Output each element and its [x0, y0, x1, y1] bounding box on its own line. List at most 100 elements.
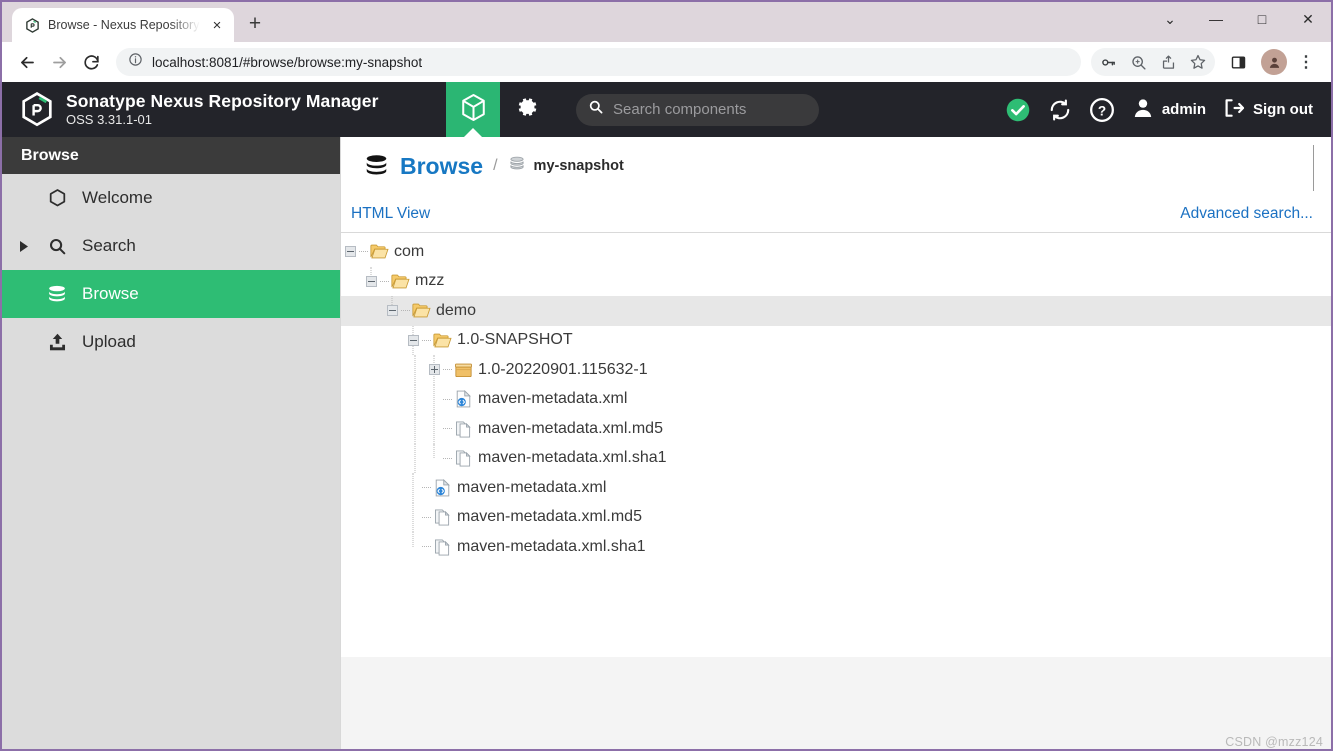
tree-row[interactable]: maven-metadata.xml.sha1: [341, 443, 1331, 474]
minimize-button[interactable]: —: [1193, 2, 1239, 36]
tree-row[interactable]: maven-metadata.xml: [341, 473, 1331, 503]
tree-row[interactable]: maven-metadata.xml: [341, 384, 1331, 415]
nexus-body: Browse Welcome Search Browse Upload Brow…: [2, 137, 1331, 749]
maximize-button[interactable]: □: [1239, 2, 1285, 36]
sidebar-item-browse[interactable]: Browse: [2, 270, 340, 318]
tree-guide-line: [433, 384, 435, 414]
sidebar-item-label: Search: [82, 236, 136, 255]
zoom-icon[interactable]: [1123, 47, 1153, 77]
tree-row[interactable]: maven-metadata.xml.md5: [341, 414, 1331, 444]
tree-row[interactable]: maven-metadata.xml.md5: [341, 502, 1331, 533]
file-copy-icon: [452, 448, 474, 468]
repository-icon: [508, 155, 526, 177]
new-tab-button[interactable]: +: [240, 9, 270, 39]
collapse-node-icon[interactable]: [407, 334, 419, 346]
tree-connector: [422, 532, 431, 562]
tree-toggle-plus[interactable]: [425, 355, 443, 385]
tree-guide-line: [414, 443, 415, 473]
tree-node-connector: [425, 414, 443, 444]
side-panel-icon[interactable]: [1223, 47, 1253, 77]
user-menu[interactable]: admin: [1131, 96, 1206, 124]
tree-row[interactable]: demo: [341, 296, 1331, 326]
sign-out-button[interactable]: Sign out: [1222, 96, 1313, 124]
search-components-input[interactable]: Search components: [576, 93, 819, 126]
reload-button[interactable]: [76, 47, 106, 77]
sidebar-item-upload[interactable]: Upload: [2, 318, 340, 366]
tree-node-connector: [425, 384, 443, 414]
check-circle-icon[interactable]: [1005, 97, 1031, 123]
tree-guide-line: [414, 414, 415, 444]
folder-open-icon: [410, 301, 432, 321]
tree-connector: [422, 326, 431, 356]
tree-connector: [443, 414, 452, 444]
tree-connector: [443, 444, 452, 474]
tree-toggle-minus[interactable]: [404, 325, 422, 355]
tree-row[interactable]: 1.0-SNAPSHOT: [341, 325, 1331, 356]
nexus-header: Sonatype Nexus Repository Manager OSS 3.…: [2, 82, 1331, 137]
address-bar-url: localhost:8081/#browse/browse:my-snapsho…: [152, 54, 423, 70]
search-placeholder: Search components: [613, 101, 747, 118]
tree-item-label: maven-metadata.xml: [457, 478, 607, 496]
profile-avatar[interactable]: [1261, 49, 1287, 75]
collapse-node-icon[interactable]: [386, 305, 398, 317]
password-key-icon[interactable]: [1093, 47, 1123, 77]
browser-menu-icon[interactable]: ⋮: [1291, 47, 1321, 77]
breadcrumb-divider: [1313, 145, 1314, 191]
tab-search-button[interactable]: ⌄: [1147, 2, 1193, 36]
collapse-node-icon[interactable]: [344, 246, 356, 258]
nexus-title: Sonatype Nexus Repository Manager: [66, 91, 379, 111]
tree-connector: [443, 385, 452, 415]
site-info-icon[interactable]: [128, 52, 143, 72]
tree-item-label: maven-metadata.xml.md5: [478, 419, 663, 437]
sidebar-item-search[interactable]: Search: [2, 222, 340, 270]
help-circle-icon[interactable]: ?: [1089, 97, 1115, 123]
browser-tab[interactable]: Browse - Nexus Repository Ma ×: [12, 8, 234, 42]
expand-node-icon[interactable]: [428, 364, 440, 376]
close-tab-icon[interactable]: ×: [208, 16, 226, 34]
forward-button[interactable]: [44, 47, 74, 77]
watermark: CSDN @mzz124: [1225, 735, 1323, 749]
breadcrumb-leaf-label: my-snapshot: [533, 158, 624, 174]
tree-row[interactable]: mzz: [341, 266, 1331, 297]
share-icon[interactable]: [1153, 47, 1183, 77]
database-icon: [45, 284, 69, 305]
chevron-right-icon[interactable]: [20, 240, 32, 252]
nexus-version: OSS 3.31.1-01: [66, 112, 152, 127]
browse-cube-tab[interactable]: [446, 82, 500, 137]
tree-guide-line: [433, 414, 435, 444]
tree-toggle-minus[interactable]: [362, 266, 380, 297]
nexus-brand[interactable]: Sonatype Nexus Repository Manager OSS 3.…: [2, 82, 446, 137]
breadcrumb-leaf[interactable]: my-snapshot: [508, 155, 624, 177]
toolbar-right-icons: ⋮: [1091, 47, 1321, 77]
collapse-node-icon[interactable]: [365, 275, 377, 287]
tree-row[interactable]: com: [341, 237, 1331, 267]
breadcrumb-root[interactable]: Browse: [400, 153, 483, 180]
tree-toggle-minus[interactable]: [383, 296, 401, 326]
address-bar[interactable]: localhost:8081/#browse/browse:my-snapsho…: [116, 48, 1081, 76]
file-copy-icon: [452, 419, 474, 439]
close-window-button[interactable]: ✕: [1285, 2, 1331, 36]
advanced-search-link[interactable]: Advanced search...: [1180, 205, 1313, 223]
sidebar-item-welcome[interactable]: Welcome: [2, 174, 340, 222]
package-icon: [452, 360, 474, 380]
admin-gear-tab[interactable]: [500, 82, 554, 137]
tree-guide-line: [414, 355, 415, 385]
back-button[interactable]: [12, 47, 42, 77]
tree-row[interactable]: 1.0-20220901.115632-1: [341, 355, 1331, 385]
file-copy-icon: [431, 507, 453, 527]
bookmark-star-icon[interactable]: [1183, 47, 1213, 77]
hexagon-icon: [45, 188, 69, 209]
tree-row[interactable]: maven-metadata.xml.sha1: [341, 532, 1331, 562]
tree-toggle-minus[interactable]: [341, 237, 359, 267]
refresh-icon[interactable]: [1047, 97, 1073, 123]
html-view-link[interactable]: HTML View: [351, 205, 430, 223]
breadcrumb: Browse / my-snapshot: [341, 137, 1331, 195]
tree-item-label: mzz: [415, 272, 445, 290]
